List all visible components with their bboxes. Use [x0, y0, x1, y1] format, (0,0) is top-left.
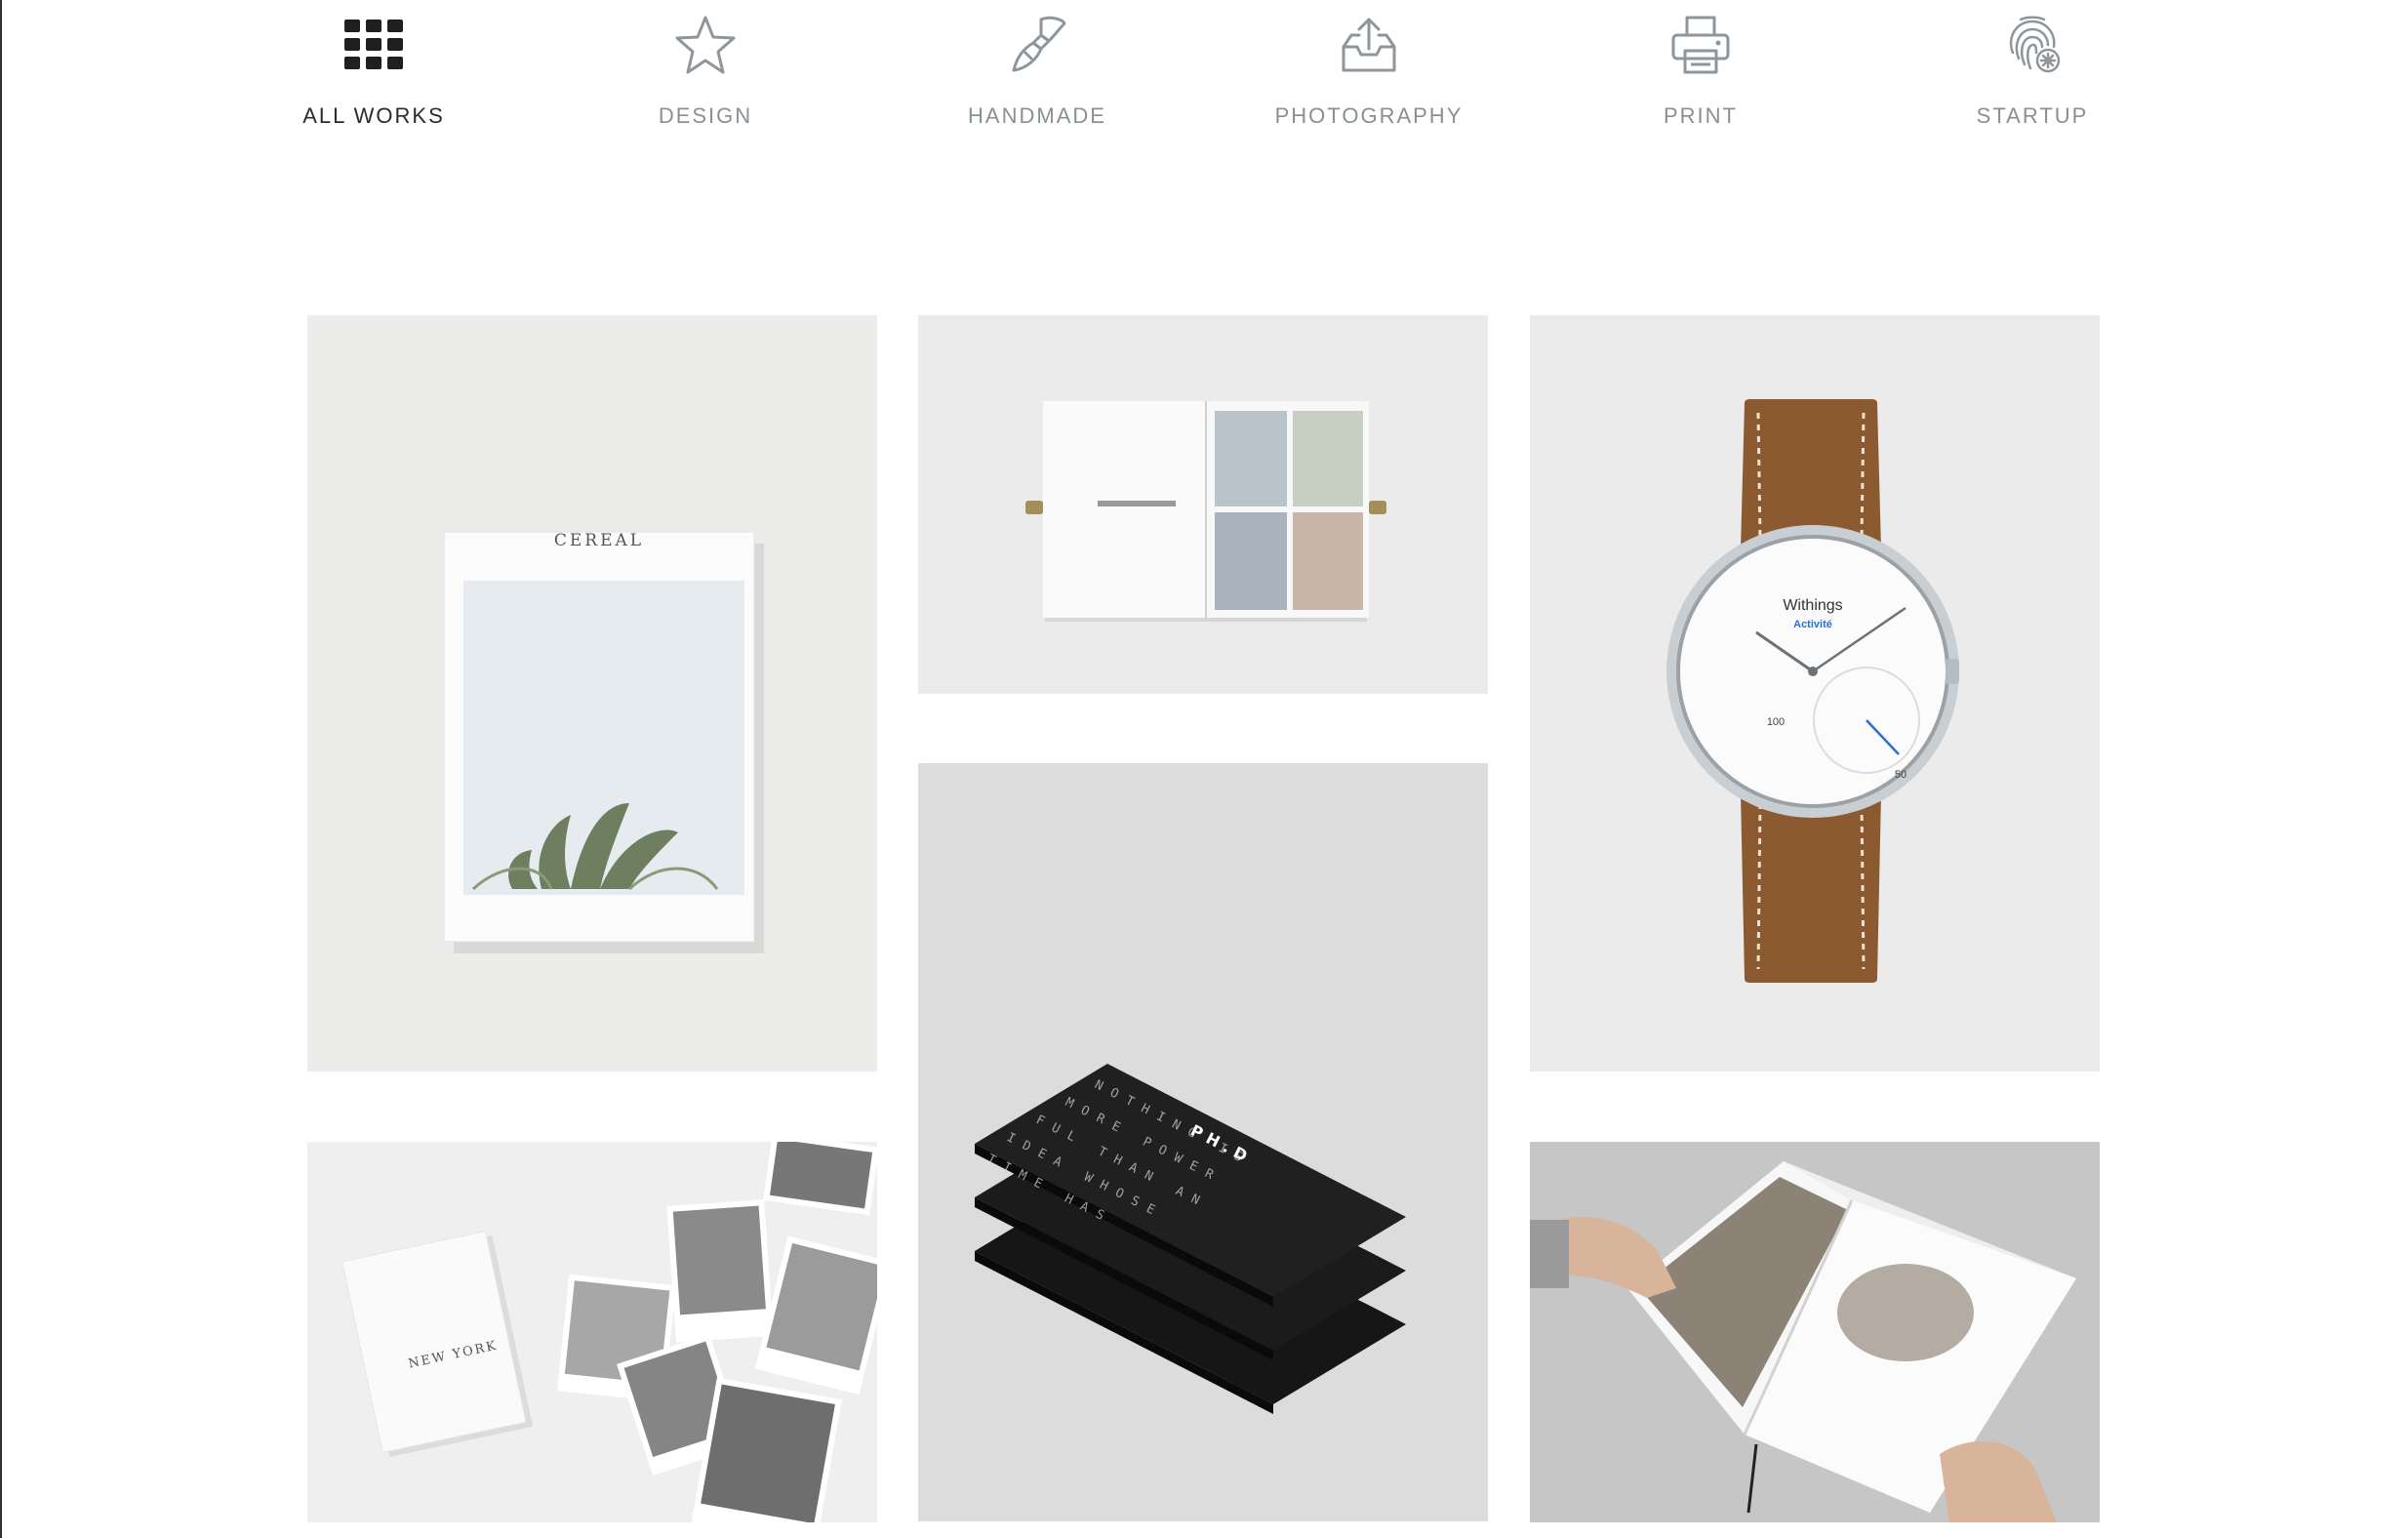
- filter-design[interactable]: DESIGN: [540, 0, 871, 146]
- gallery-item-cereal-magazine[interactable]: CEREAL: [307, 315, 877, 1072]
- gallery-item-phd-cards[interactable]: NOTHING IS MORE POWER FUL THAN AN IDEA W…: [918, 763, 1488, 1521]
- gallery-item-booklet[interactable]: [918, 315, 1488, 694]
- left-window-edge: [0, 0, 2, 1538]
- printer-icon: [1669, 14, 1732, 76]
- gallery-item-photo-book[interactable]: [1530, 1142, 2100, 1522]
- business-cards-photo: NOTHING IS MORE POWER FUL THAN AN IDEA W…: [975, 1064, 1406, 1414]
- filter-all-works[interactable]: ALL WORKS: [208, 0, 540, 146]
- filter-label: PRINT: [1664, 103, 1738, 128]
- star-icon: [674, 14, 737, 76]
- new-york-photo: NEW YORK: [341, 1142, 877, 1522]
- magazine-photo: CEREAL: [443, 531, 764, 953]
- watch-dial-number: 100: [1767, 716, 1785, 728]
- filter-print[interactable]: PRINT: [1535, 0, 1866, 146]
- filter-label: DESIGN: [658, 103, 753, 128]
- filter-startup[interactable]: STARTUP: [1866, 0, 2198, 146]
- watch-dial-model: Activité: [1793, 619, 1832, 630]
- filter-label: HANDMADE: [968, 103, 1106, 128]
- filter-label: PHOTOGRAPHY: [1274, 103, 1464, 128]
- gallery-item-new-york[interactable]: NEW YORK: [307, 1142, 877, 1522]
- filter-photography[interactable]: PHOTOGRAPHY: [1203, 0, 1535, 146]
- fingerprint-icon: [2001, 14, 2064, 76]
- inbox-upload-icon: [1338, 14, 1400, 76]
- booklet-photo: [1025, 401, 1386, 622]
- filter-handmade[interactable]: HANDMADE: [871, 0, 1203, 146]
- magazine-cover-title: CEREAL: [554, 531, 644, 550]
- watch-dial-brand: Withings: [1783, 597, 1842, 614]
- gallery-item-watch[interactable]: Withings Activité 100 50: [1530, 315, 2100, 1072]
- grid-icon: [342, 14, 405, 76]
- filter-label: STARTUP: [1976, 103, 2089, 128]
- watch-photo: Withings Activité 100 50: [1666, 399, 1959, 983]
- photo-book-photo: [1530, 1142, 2100, 1522]
- watch-dial-number: 50: [1895, 769, 1906, 781]
- filter-label: ALL WORKS: [302, 103, 445, 128]
- paintbrush-icon: [1006, 14, 1068, 76]
